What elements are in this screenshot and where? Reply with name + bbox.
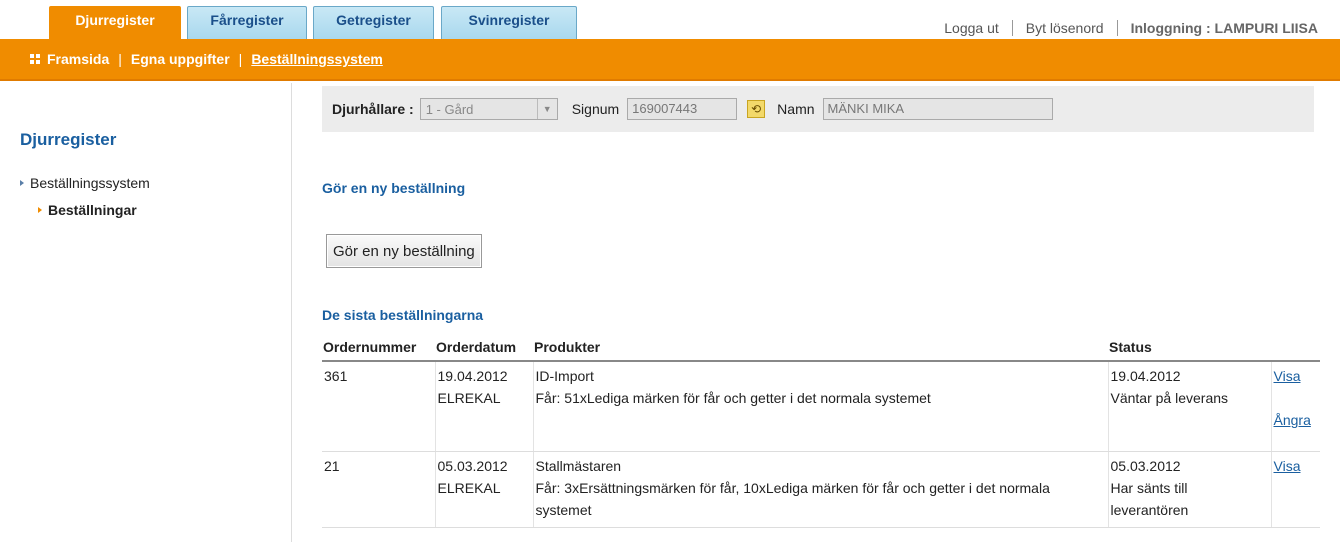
nav-bestallningssystem[interactable]: Beställningssystem — [251, 51, 383, 67]
status-date: 05.03.2012 — [1110, 457, 1181, 474]
column-header: Produkter — [533, 337, 1108, 362]
grid-icon — [30, 54, 40, 64]
chevron-down-icon: ▼ — [536, 99, 557, 119]
divider — [1011, 20, 1013, 36]
tab-svinregister[interactable]: Svinregister — [441, 6, 577, 39]
sidebar-item-bestallningssystem[interactable]: Beställningssystem — [20, 175, 150, 191]
status-text: Har sänts till leverantören — [1110, 479, 1189, 518]
main-nav: Framsida | Egna uppgifter | Beställnings… — [0, 39, 1340, 81]
status-cell: 19.04.2012 Väntar på leverans — [1108, 361, 1272, 452]
nav-framsida[interactable]: Framsida — [47, 51, 109, 67]
order-date: 05.03.2012 — [437, 457, 508, 474]
actions-cell: Visa — [1271, 451, 1320, 528]
tab-farregister[interactable]: Fårregister — [187, 6, 307, 39]
top-tabbar: Djurregister Fårregister Getregister Svi… — [0, 0, 1340, 39]
table-header-row: Ordernummer Orderdatum Produkter Status — [322, 337, 1320, 362]
nav-separator: | — [118, 51, 122, 67]
new-order-heading: Gör en ny beställning — [322, 180, 466, 196]
table-row: 21 05.03.2012 ELREKAL Stallmästaren Får:… — [322, 451, 1320, 528]
arrow-right-icon — [20, 180, 24, 186]
status-text: Väntar på leverans — [1110, 390, 1229, 406]
status-cell: 05.03.2012 Har sänts till leverantören — [1108, 451, 1272, 528]
signum-field[interactable]: 169007443 — [627, 98, 738, 120]
sidebar-title: Djurregister — [20, 130, 117, 149]
name-label: Namn — [777, 101, 815, 117]
column-header: Status — [1108, 337, 1271, 362]
column-header: Orderdatum — [435, 337, 533, 362]
nav-separator: | — [238, 51, 243, 67]
order-date: 19.04.2012 — [437, 368, 508, 384]
view-link[interactable]: Visa — [1274, 455, 1319, 477]
tab-getregister[interactable]: Getregister — [313, 6, 434, 39]
login-info: Inloggning : LAMPURI LIISA — [1130, 20, 1318, 36]
recent-orders-heading: De sista beställningarna — [322, 307, 484, 323]
order-user: ELREKAL — [437, 390, 501, 406]
nav-egna-uppgifter[interactable]: Egna uppgifter — [131, 51, 230, 67]
column-header: Ordernummer — [322, 337, 435, 362]
new-order-button[interactable]: Gör en ny beställning — [326, 234, 482, 268]
arrow-right-icon — [38, 207, 42, 213]
tab-djurregister[interactable]: Djurregister — [49, 6, 181, 39]
product-name: Stallmästaren — [535, 457, 622, 474]
table-row: 361 19.04.2012 ELREKAL ID-Import Får: 51… — [322, 361, 1320, 452]
holder-select-value: 1 - Gård — [425, 101, 474, 117]
orders-table: Ordernummer Orderdatum Produkter Status … — [322, 337, 1320, 528]
logout-link[interactable]: Logga ut — [944, 20, 999, 36]
change-password-link[interactable]: Byt lösenord — [1026, 20, 1104, 36]
switch-holder-icon[interactable]: ⟲ — [747, 100, 766, 118]
holder-label: Djurhållare : — [332, 101, 414, 117]
name-field[interactable]: MÄNKI MIKA — [822, 98, 1053, 120]
products-cell: Stallmästaren Får: 3xErsättningsmärken f… — [533, 451, 1109, 528]
divider — [1116, 20, 1118, 36]
undo-link[interactable]: Ångra — [1274, 409, 1319, 431]
order-date-cell: 05.03.2012 ELREKAL — [435, 451, 534, 528]
top-links: Logga ut Byt lösenord Inloggning : LAMPU… — [944, 20, 1318, 36]
column-header — [1271, 337, 1320, 362]
holder-select[interactable]: 1 - Gård ▼ — [419, 98, 558, 120]
order-date-cell: 19.04.2012 ELREKAL — [435, 361, 534, 452]
products-cell: ID-Import Får: 51xLediga märken för får … — [533, 361, 1109, 452]
product-details: Får: 51xLediga märken för får och getter… — [535, 390, 931, 406]
signum-label: Signum — [571, 101, 620, 117]
actions-cell: Visa Ångra — [1271, 361, 1320, 452]
status-date: 19.04.2012 — [1110, 368, 1181, 384]
sidebar-item-bestallningar[interactable]: Beställningar — [38, 202, 137, 218]
product-name: ID-Import — [535, 368, 594, 384]
view-link[interactable]: Visa — [1274, 365, 1319, 387]
sidebar-item-label: Beställningar — [48, 202, 137, 218]
product-details: Får: 3xErsättningsmärken för får, 10xLed… — [535, 479, 1050, 518]
sidebar-item-label: Beställningssystem — [30, 175, 150, 191]
order-user: ELREKAL — [437, 479, 501, 496]
order-number: 21 — [322, 451, 436, 528]
sidebar: Djurregister Beställningssystem Beställn… — [0, 83, 292, 542]
order-number: 361 — [322, 361, 436, 452]
holder-bar: Djurhållare : 1 - Gård ▼ Signum 16900744… — [322, 86, 1314, 132]
